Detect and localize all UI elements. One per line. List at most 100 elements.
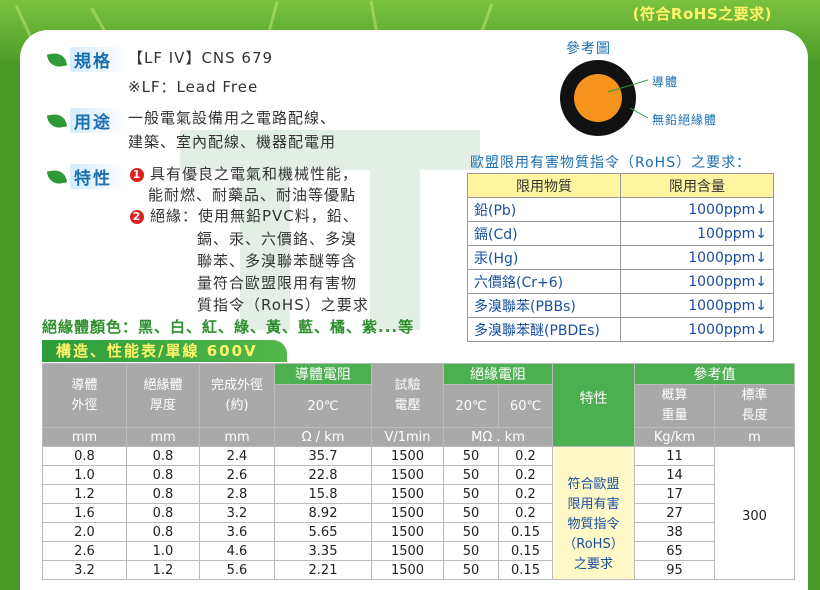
- header-reference-values: 參考值: [634, 363, 795, 385]
- feature-cell: 符合歐盟 限用有害 物質指令 （RoHS） 之要求: [552, 446, 635, 580]
- rohs-title: 歐盟限用有害物質指令（RoHS）之要求：: [470, 155, 752, 171]
- header-text: 長度: [741, 408, 768, 423]
- table-cell: 1500: [371, 446, 444, 466]
- header-text: 試驗: [394, 377, 421, 393]
- rohs-limit-cell: 1000ppm↓: [620, 293, 774, 318]
- table-row: 多溴聯苯(PBBs) 1000ppm↓: [467, 293, 774, 318]
- table-cell: 3.2: [199, 503, 275, 523]
- header-conductor-diameter: 導體 外徑: [42, 363, 127, 428]
- table-cell: 1.2: [126, 560, 200, 580]
- table-cell: 35.7: [274, 446, 372, 466]
- table-row: 0.8 0.8 2.4 35.7 1500 50 0.2 符合歐盟 限用有害 物…: [42, 446, 795, 580]
- rohs-substance: 六價鉻(Cr+6): [467, 269, 621, 294]
- table-cell: 50: [443, 541, 499, 561]
- header-text: 標準: [741, 388, 768, 403]
- rohs-limit-cell: 1000ppm↓: [620, 269, 774, 294]
- table-row: 多溴聯苯醚(PBDEs) 1000ppm↓: [467, 317, 774, 342]
- table-cell: 0.8: [42, 446, 127, 466]
- table-cell: 0.8: [126, 446, 200, 466]
- table-cell: 65: [634, 541, 715, 561]
- table-cell: 17: [634, 484, 715, 504]
- usage-line-2: 建築、室內配線、機器配電用: [128, 133, 337, 151]
- table-cell: 3.35: [274, 541, 372, 561]
- table-row: 3.2 1.2 5.6 2.21 1500 50 0.15 95: [42, 560, 795, 580]
- feature-item-2-line-1: 2 絕緣：使用無鉛PVC料，鉛、: [130, 204, 359, 228]
- feature-text: （RoHS）: [563, 537, 624, 552]
- table-cell: 2.21: [274, 560, 372, 580]
- reference-title: 參考圖: [566, 41, 611, 57]
- table-row: 六價鉻(Cr+6) 1000ppm↓: [467, 269, 774, 294]
- table-cell: 50: [443, 465, 499, 485]
- number-badge-2: 2: [130, 210, 144, 224]
- header-text: 完成外徑: [210, 377, 263, 393]
- features-tag-label: 特性: [70, 164, 126, 189]
- table-row: 2.0 0.8 3.6 5.65 1500 50 0.15 38: [42, 522, 795, 542]
- conductor-label: 導體: [652, 75, 679, 89]
- unit-cell: MΩ . km: [443, 427, 553, 447]
- header-weight: 概算 重量: [634, 384, 715, 428]
- header-feature: 特性: [552, 363, 635, 447]
- table-cell: 2.4: [199, 446, 275, 466]
- table-cell: 3.6: [199, 522, 275, 542]
- table-row: 2.6 1.0 4.6 3.35 1500 50 0.15 65: [42, 541, 795, 561]
- table-cell: 0.8: [126, 484, 200, 504]
- table-cell: 1500: [371, 503, 444, 523]
- features-tag: 特性: [46, 164, 126, 189]
- table-cell: 2.0: [42, 522, 127, 542]
- table-row: 1.2 0.8 2.8 15.8 1500 50 0.2 17: [42, 484, 795, 504]
- spec-header-row-1: 導體 外徑 絕緣體 厚度 完成外徑 (約) 導體電阻 試驗 電壓 絕緣電阻 特性 參考值: [42, 363, 795, 447]
- leaf-icon: [46, 112, 68, 129]
- number-badge-1: 1: [130, 168, 144, 182]
- spec-table: 導體 外徑 絕緣體 厚度 完成外徑 (約) 導體電阻 試驗 電壓 絕緣電阻 特性 參考值…: [42, 363, 795, 580]
- table-cell: 5.65: [274, 522, 372, 542]
- header-ins-20c: 20℃: [443, 384, 499, 428]
- down-arrow-icon: ↓: [755, 249, 767, 266]
- header-outer-diameter: 完成外徑 (約): [199, 363, 275, 428]
- table-cell: 95: [634, 560, 715, 580]
- unit-cell: m: [714, 427, 795, 447]
- header-text: 電壓: [394, 397, 421, 413]
- header-text: 概算: [661, 388, 688, 403]
- table-cell: 0.8: [126, 522, 200, 542]
- rohs-col-substance: 限用物質: [467, 173, 621, 198]
- feature-item-2-line-2: 鎘、汞、六價鉻、多溴: [197, 230, 358, 248]
- table-row: 鉛(Pb) 1000ppm↓: [467, 197, 774, 222]
- table-cell: 0.2: [498, 484, 553, 504]
- rohs-compliance-note: (符合RoHS之要求): [632, 5, 772, 23]
- table-cell: 3.2: [42, 560, 127, 580]
- rohs-substance: 鎘(Cd): [467, 221, 621, 246]
- table-cell: 2.8: [199, 484, 275, 504]
- spec-line-1: 【LF IV】CNS 679: [128, 49, 274, 67]
- table-cell: 2.6: [42, 541, 127, 561]
- table-cell: 15.8: [274, 484, 372, 504]
- table-cell: 1.0: [126, 541, 200, 561]
- table-cell: 22.8: [274, 465, 372, 485]
- table-cell: 0.2: [498, 446, 553, 466]
- table-cell: 0.15: [498, 541, 553, 561]
- table-cell: 50: [443, 522, 499, 542]
- feature-text: 之要求: [573, 557, 613, 572]
- rohs-limit-cell: 1000ppm↓: [620, 197, 774, 222]
- rohs-limit-cell: 1000ppm↓: [620, 317, 774, 342]
- table-cell: 50: [443, 484, 499, 504]
- spec-line-2: ※LF：Lead Free: [128, 78, 259, 96]
- feature-item-2-text: 絕緣：使用無鉛PVC料，鉛、: [150, 207, 359, 225]
- unit-cell: Ω / km: [274, 427, 372, 447]
- rohs-limit: 1000ppm: [688, 321, 756, 338]
- rohs-substance: 多溴聯苯醚(PBDEs): [467, 317, 621, 342]
- leaf-icon: [46, 51, 68, 68]
- down-arrow-icon: ↓: [755, 273, 767, 290]
- table-cell: 0.15: [498, 560, 553, 580]
- feature-text: 物質指令: [567, 517, 620, 532]
- feature-item-2-line-4: 量符合歐盟限用有害物: [197, 274, 358, 292]
- table-row: 1.0 0.8 2.6 22.8 1500 50 0.2 14: [42, 465, 795, 485]
- down-arrow-icon: ↓: [755, 321, 767, 338]
- table-cell: 11: [634, 446, 715, 466]
- usage-line-1: 一般電氣設備用之電路配線、: [128, 109, 337, 127]
- header-text: 厚度: [149, 397, 176, 413]
- table-title-bar: 構造、性能表/單線 600V: [42, 340, 287, 362]
- header-text: 重量: [661, 408, 688, 423]
- down-arrow-icon: ↓: [755, 201, 767, 218]
- conductor-core: [574, 74, 622, 122]
- table-row: 鎘(Cd) 100ppm↓: [467, 221, 774, 246]
